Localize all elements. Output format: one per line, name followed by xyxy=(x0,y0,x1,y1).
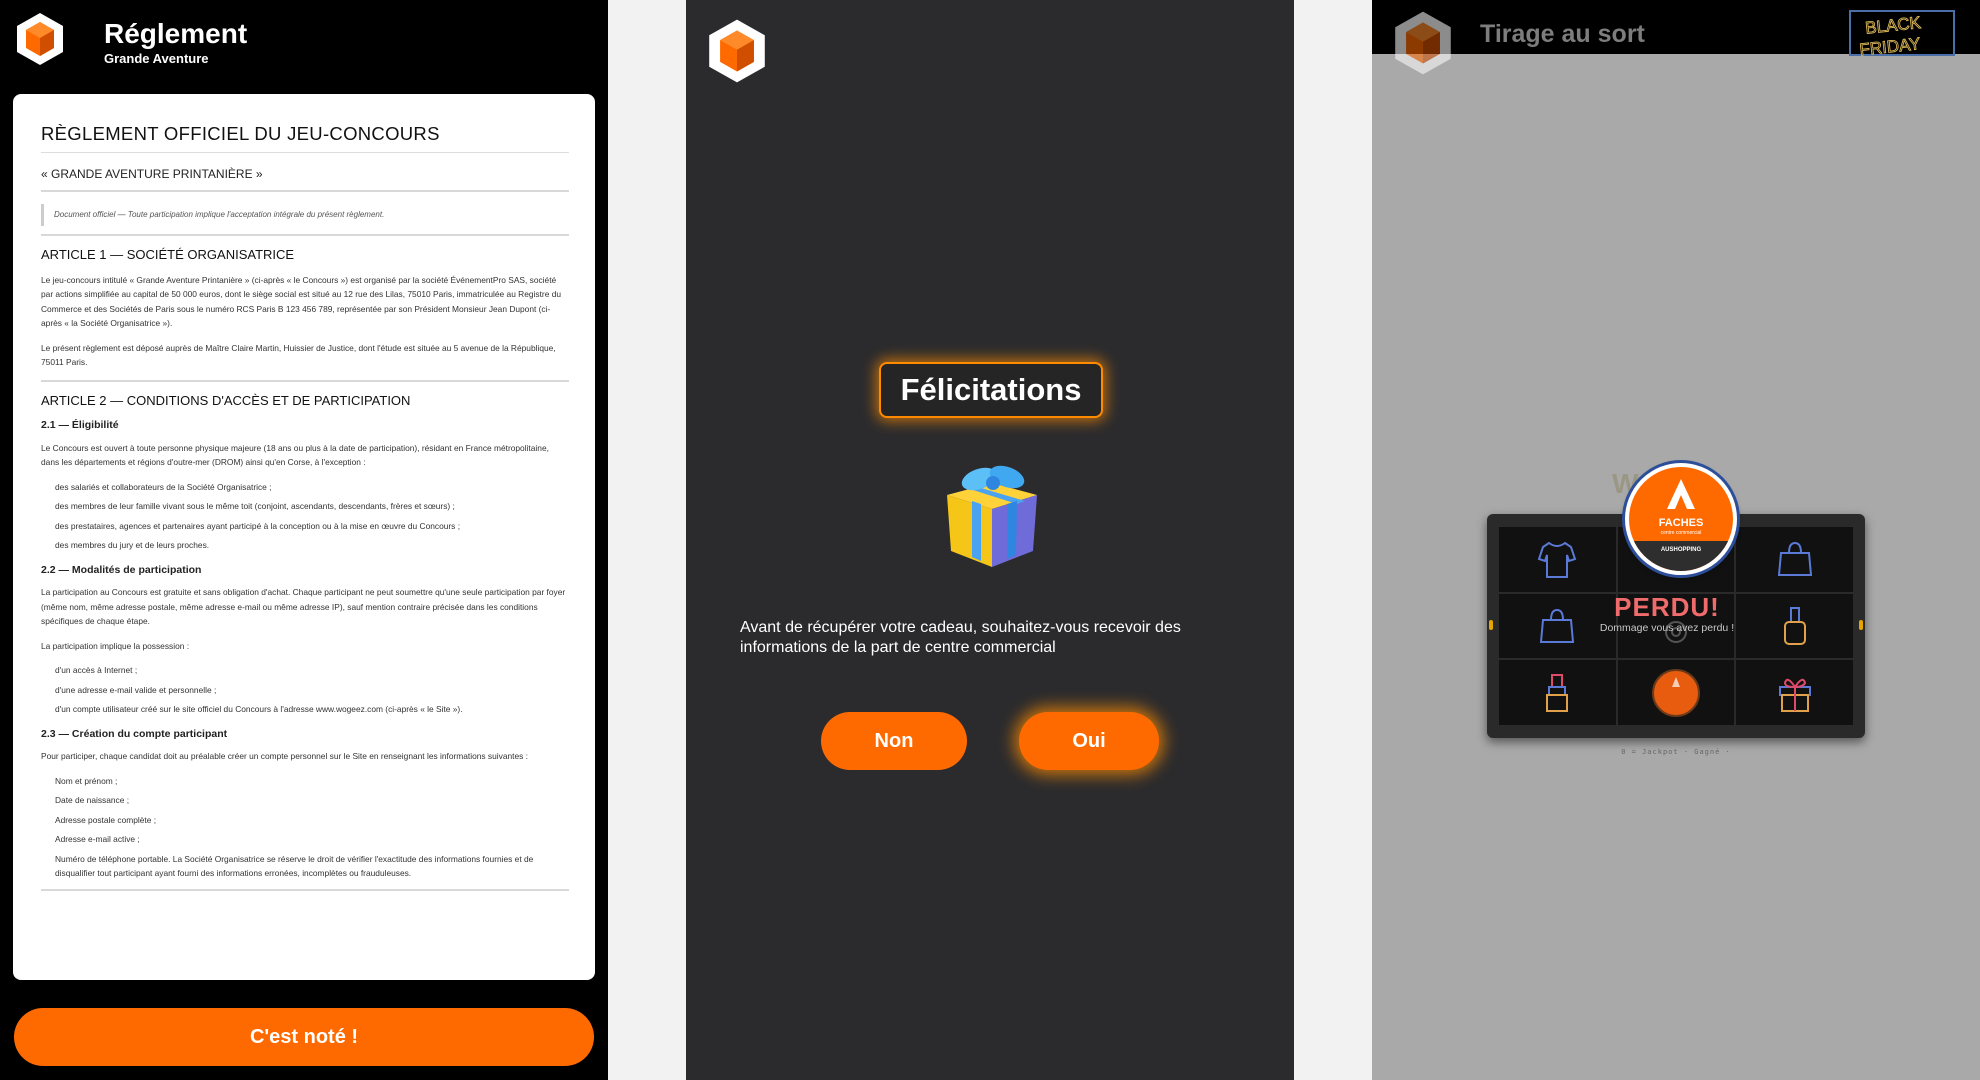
cube-hexagon-icon xyxy=(1394,10,1452,76)
result-message: Dommage vous avez perdu ! xyxy=(1599,622,1735,634)
account-fields-list: Nom et prénom ; Date de naissance ; Adre… xyxy=(41,774,569,881)
shirt-icon xyxy=(1498,526,1617,593)
list-item: des membres de leur famille vivant sous … xyxy=(55,501,455,511)
list-item: Adresse e-mail active ; xyxy=(55,834,140,844)
article-1-title: ARTICLE 1 — SOCIÉTÉ ORGANISATRICE xyxy=(41,247,295,262)
section-2-3-paragraph: Pour participer, chaque candidat doit au… xyxy=(41,751,528,761)
list-item: Numéro de téléphone portable. La Société… xyxy=(55,853,534,879)
acknowledge-button[interactable]: C'est noté ! xyxy=(14,1008,594,1066)
gift-icon xyxy=(1735,659,1854,726)
game-legend: 0 = Jackpot · Gagné · xyxy=(1621,748,1731,756)
section-2-2-title: 2.2 — Modalités de participation xyxy=(41,563,202,576)
store-subtitle: centre commercial xyxy=(1660,530,1702,536)
list-item: Adresse postale complète ; xyxy=(55,814,157,825)
list-item: Date de naissance ; xyxy=(55,795,130,805)
draw-screen: Tirage au sort BLACK FRIDAY W Z xyxy=(1372,0,1980,1080)
list-item: des prestataires, agences et partenaires… xyxy=(55,520,461,531)
divider xyxy=(41,189,569,192)
section-2-2-paragraph: La participation au Concours est gratuit… xyxy=(41,587,566,626)
list-item: d'une adresse e-mail valide et personnel… xyxy=(55,684,217,695)
cube-hexagon-icon xyxy=(16,12,64,66)
eligibility-list: des salariés et collaborateurs de la Soc… xyxy=(41,480,569,553)
article-1-paragraph: Le présent règlement est déposé auprès d… xyxy=(41,342,556,368)
page-title: Réglement xyxy=(104,18,248,49)
list-item: d'un accès à Internet ; xyxy=(55,665,138,675)
black-friday-logo: BLACK FRIDAY xyxy=(1848,8,1956,60)
store-badge: FACHES centre commercial AUSHOPPING xyxy=(1625,463,1737,575)
congratulations-screen: Félicitations Avant de récupérer votre c… xyxy=(686,0,1294,1080)
doc-title: RÈGLEMENT OFFICIEL DU JEU-CONCOURS xyxy=(41,123,440,144)
store-logo-icon xyxy=(1667,479,1695,509)
section-2-3-title: 2.3 — Création du compte participant xyxy=(41,727,228,740)
handbag-icon xyxy=(1735,526,1854,593)
congratulations-title: Félicitations xyxy=(879,362,1103,418)
page-title: Tirage au sort xyxy=(1480,20,1645,48)
section-2-1-paragraph: Le Concours est ouvert à toute personne … xyxy=(41,442,549,468)
cube-hexagon-icon xyxy=(708,18,766,84)
rules-document[interactable]: RÈGLEMENT OFFICIEL DU JEU-CONCOURS « GRA… xyxy=(13,94,595,980)
page-subtitle: Grande Aventure xyxy=(104,51,209,66)
decline-button[interactable]: Non xyxy=(821,712,967,770)
divider xyxy=(41,234,569,236)
list-item: des membres du jury et de leurs proches. xyxy=(55,540,210,550)
requirements-list: d'un accès à Internet ; d'une adresse e-… xyxy=(41,663,569,717)
side-marker xyxy=(1859,620,1863,630)
divider xyxy=(41,888,569,891)
list-item: d'un compte utilisateur créé sur le site… xyxy=(55,704,463,714)
gift-box-icon xyxy=(937,455,1047,580)
mall-logo-icon xyxy=(1616,659,1736,726)
doc-subtitle: « GRANDE AVENTURE PRINTANIÈRE » xyxy=(41,167,263,181)
divider xyxy=(41,379,569,382)
accept-button[interactable]: Oui xyxy=(1019,712,1159,770)
store-name: FACHES xyxy=(1658,517,1704,529)
lipstick-icon xyxy=(1498,659,1617,726)
doc-note: Document officiel — Toute participation … xyxy=(41,203,569,226)
list-item: des salariés et collaborateurs de la Soc… xyxy=(55,481,272,492)
consent-question: Avant de récupérer votre cadeau, souhait… xyxy=(740,619,1181,656)
section-2-2-paragraph: La participation implique la possession … xyxy=(41,640,190,651)
store-band: AUSHOPPING xyxy=(1629,541,1733,571)
article-1-paragraph: Le jeu-concours intitulé « Grande Aventu… xyxy=(41,274,562,329)
store-band-label: AUSHOPPING xyxy=(1660,547,1702,553)
section-2-1-title: 2.1 — Éligibilité xyxy=(41,419,119,431)
list-item: Nom et prénom ; xyxy=(55,775,118,786)
article-2-title: ARTICLE 2 — CONDITIONS D'ACCÈS ET DE PAR… xyxy=(41,392,411,408)
result-title: PERDU! xyxy=(1614,592,1720,622)
divider xyxy=(41,152,569,153)
side-marker xyxy=(1489,620,1493,630)
rules-screen: Réglement Grande Aventure RÈGLEMENT OFFI… xyxy=(0,0,608,1080)
